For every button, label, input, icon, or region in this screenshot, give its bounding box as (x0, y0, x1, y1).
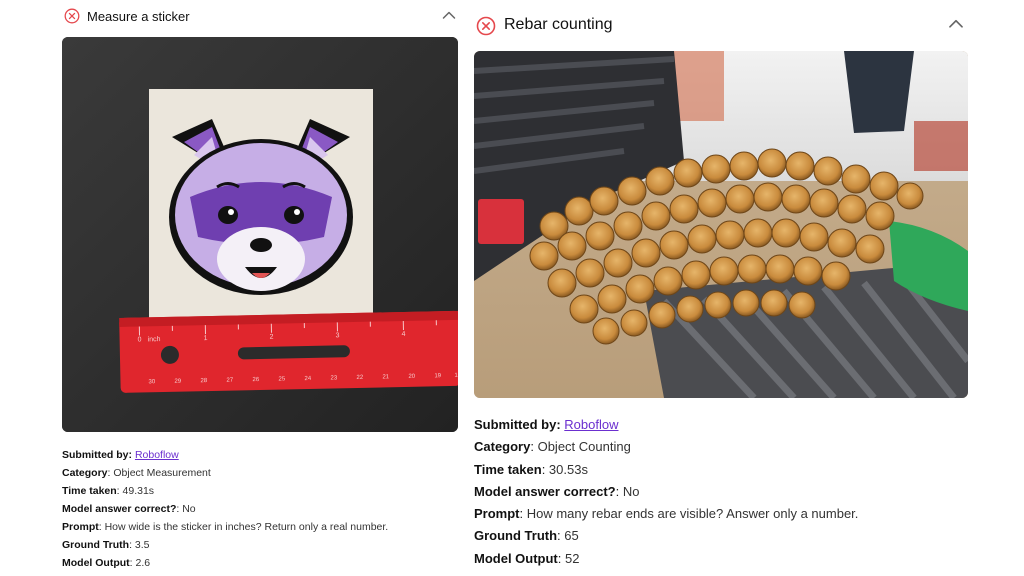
ruler-cm-label: 20 (408, 374, 415, 380)
x-circle-icon (476, 16, 496, 36)
ruler-cm-label: 26 (252, 377, 259, 383)
submitted-by-row: Submitted by: Roboflow (474, 417, 619, 432)
time-value: 49.31s (122, 485, 155, 497)
ruler-cm-label: 30 (148, 379, 155, 385)
correct-row: Model answer correct?: No (62, 503, 196, 515)
card-title: Measure a sticker (87, 9, 190, 24)
category-row: Category: Object Measurement (62, 467, 211, 479)
ruler: 0 inch 1 2 3 4 30 29 28 27 26 25 24 23 2… (119, 310, 458, 393)
field-label: Submitted by (474, 417, 557, 432)
prompt-value: How wide is the sticker in inches? Retur… (104, 521, 389, 533)
field-label: Submitted by (62, 449, 129, 461)
card-title: Rebar counting (504, 16, 613, 33)
model-output-value: 2.6 (135, 557, 151, 569)
ruler-unit-label: inch (148, 336, 161, 343)
submitter-link[interactable]: Roboflow (564, 417, 618, 432)
ruler-cm-label: 25 (278, 376, 285, 382)
ruler-cm-label: 21 (382, 374, 389, 380)
field-label: Time taken (62, 485, 117, 497)
card-rebar-counting: Rebar counting Submitted by: Roboflow Ca… (474, 0, 968, 566)
correct-value: No (622, 483, 640, 499)
field-label: Ground Truth (474, 528, 558, 544)
field-label: Time taken (474, 461, 542, 477)
card-metadata: Submitted by: Roboflow Category: Object … (62, 446, 388, 572)
card-header[interactable]: Measure a sticker (62, 0, 460, 34)
ruler-cm-label: 27 (226, 378, 233, 384)
prompt-row: Prompt: How many rebar ends are visible?… (474, 506, 859, 522)
prompt-row: Prompt: How wide is the sticker in inche… (62, 521, 389, 533)
field-label: Model Output (62, 557, 130, 569)
field-label: Ground Truth (62, 539, 130, 551)
field-label: Prompt (474, 506, 520, 522)
model-output-row: Model Output: 52 (474, 550, 580, 566)
ruler-label-4: 4 (401, 331, 405, 338)
category-value: Object Measurement (113, 467, 211, 479)
rebar-photo-drawing (474, 51, 968, 398)
ruler-cm-label: 19 (434, 373, 441, 379)
field-label: Prompt (62, 521, 99, 533)
ruler-cm-label: 29 (174, 379, 181, 385)
card-measure-sticker: Measure a sticker 0 inch 1 2 3 4 30 29 2… (62, 0, 460, 569)
ruler-label-1: 1 (204, 335, 208, 342)
ruler-cm-label: 24 (304, 376, 311, 382)
ground-truth-row: Ground Truth: 65 (474, 528, 579, 544)
ruler-cm-label: 28 (200, 378, 207, 384)
field-label: Model answer correct? (62, 503, 177, 515)
submitted-by-row: Submitted by: Roboflow (62, 449, 179, 461)
time-row: Time taken: 30.53s (474, 461, 588, 477)
field-label: Model answer correct? (474, 483, 616, 499)
model-output-row: Model Output: 2.6 (62, 557, 151, 569)
category-row: Category: Object Counting (474, 439, 631, 455)
ruler-label-3: 3 (336, 332, 340, 339)
field-label: Category (62, 467, 108, 479)
sticker-photo-drawing: 0 inch 1 2 3 4 30 29 28 27 26 25 24 23 2… (62, 37, 458, 432)
time-value: 30.53s (548, 461, 588, 477)
raccoon-icon (169, 119, 353, 295)
field-label: Model Output (474, 550, 558, 566)
submitter-link[interactable]: Roboflow (135, 449, 179, 461)
card-metadata: Submitted by: Roboflow Category: Object … (474, 414, 858, 570)
x-circle-icon (64, 8, 80, 24)
chevron-up-icon[interactable] (948, 18, 964, 29)
model-output-value: 52 (565, 550, 580, 566)
chevron-up-icon[interactable] (442, 10, 456, 20)
field-label: Category (474, 439, 531, 455)
time-row: Time taken: 49.31s (62, 485, 155, 497)
ruler-label-2: 2 (270, 334, 274, 341)
prompt-value: How many rebar ends are visible? Answer … (526, 506, 859, 522)
ruler-cm-label: 18 (454, 373, 458, 379)
card-header[interactable]: Rebar counting (474, 0, 968, 52)
ruler-label-0: 0 (138, 336, 142, 343)
ground-truth-row: Ground Truth: 3.5 (62, 539, 150, 551)
category-value: Object Counting (537, 439, 631, 455)
ground-truth-value: 65 (564, 528, 579, 544)
sticker-photo: 0 inch 1 2 3 4 30 29 28 27 26 25 24 23 2… (62, 37, 458, 432)
ruler-cm-label: 22 (356, 375, 363, 381)
correct-row: Model answer correct?: No (474, 483, 640, 499)
ruler-cm-label: 23 (330, 375, 337, 381)
rebar-photo (474, 51, 968, 398)
ground-truth-value: 3.5 (134, 539, 150, 551)
correct-value: No (182, 503, 196, 515)
